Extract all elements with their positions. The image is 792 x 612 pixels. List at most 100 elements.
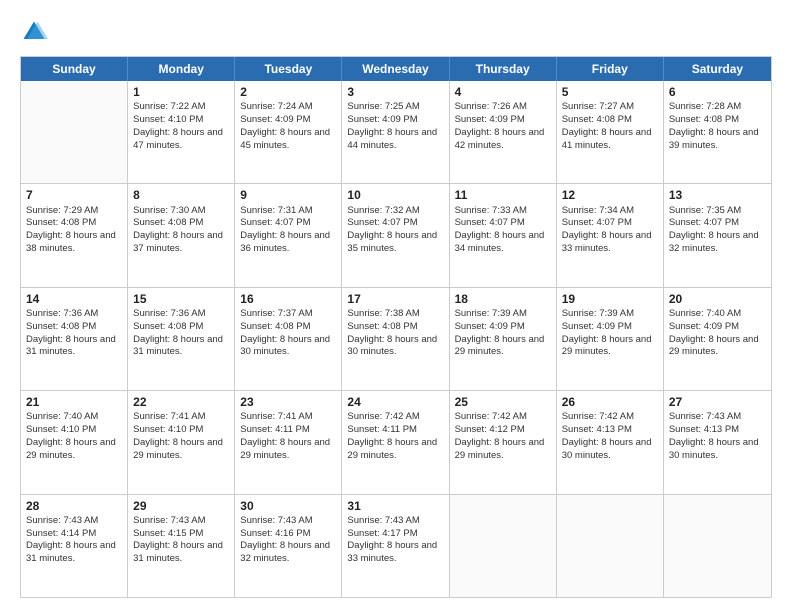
- day-number: 9: [240, 187, 336, 203]
- header: [20, 18, 772, 46]
- sunset: Sunset: 4:09 PM: [669, 321, 739, 332]
- sunrise: Sunrise: 7:42 AM: [347, 411, 419, 422]
- page: SundayMondayTuesdayWednesdayThursdayFrid…: [0, 0, 792, 612]
- day-number: 12: [562, 187, 658, 203]
- sunrise: Sunrise: 7:37 AM: [240, 308, 312, 319]
- calendar-body: 1Sunrise: 7:22 AMSunset: 4:10 PMDaylight…: [21, 81, 771, 597]
- sunrise: Sunrise: 7:24 AM: [240, 101, 312, 112]
- day-number: 13: [669, 187, 766, 203]
- sunrise: Sunrise: 7:42 AM: [562, 411, 634, 422]
- weekday-header: Saturday: [664, 57, 771, 81]
- sunrise: Sunrise: 7:36 AM: [26, 308, 98, 319]
- sunrise: Sunrise: 7:29 AM: [26, 205, 98, 216]
- calendar-cell: 4Sunrise: 7:26 AMSunset: 4:09 PMDaylight…: [450, 81, 557, 183]
- daylight: Daylight: 8 hours and 33 minutes.: [347, 540, 437, 564]
- calendar-cell: [21, 81, 128, 183]
- calendar-cell: 19Sunrise: 7:39 AMSunset: 4:09 PMDayligh…: [557, 288, 664, 390]
- logo: [20, 18, 52, 46]
- daylight: Daylight: 8 hours and 41 minutes.: [562, 127, 652, 151]
- day-number: 7: [26, 187, 122, 203]
- calendar-cell: 21Sunrise: 7:40 AMSunset: 4:10 PMDayligh…: [21, 391, 128, 493]
- sunset: Sunset: 4:09 PM: [347, 114, 417, 125]
- day-number: 10: [347, 187, 443, 203]
- weekday-header: Sunday: [21, 57, 128, 81]
- daylight: Daylight: 8 hours and 31 minutes.: [133, 334, 223, 358]
- calendar-cell: 8Sunrise: 7:30 AMSunset: 4:08 PMDaylight…: [128, 184, 235, 286]
- sunrise: Sunrise: 7:41 AM: [240, 411, 312, 422]
- sunset: Sunset: 4:07 PM: [455, 217, 525, 228]
- weekday-header: Wednesday: [342, 57, 449, 81]
- sunset: Sunset: 4:12 PM: [455, 424, 525, 435]
- sunrise: Sunrise: 7:41 AM: [133, 411, 205, 422]
- calendar-week: 21Sunrise: 7:40 AMSunset: 4:10 PMDayligh…: [21, 391, 771, 494]
- daylight: Daylight: 8 hours and 30 minutes.: [240, 334, 330, 358]
- day-number: 31: [347, 498, 443, 514]
- calendar-week: 1Sunrise: 7:22 AMSunset: 4:10 PMDaylight…: [21, 81, 771, 184]
- sunrise: Sunrise: 7:26 AM: [455, 101, 527, 112]
- day-number: 14: [26, 291, 122, 307]
- daylight: Daylight: 8 hours and 29 minutes.: [26, 437, 116, 461]
- sunset: Sunset: 4:08 PM: [240, 321, 310, 332]
- calendar-week: 14Sunrise: 7:36 AM Sunset: 4:08 PM Dayligh…: [21, 288, 771, 391]
- calendar-cell: 18Sunrise: 7:39 AMSunset: 4:09 PMDayligh…: [450, 288, 557, 390]
- day-number: 6: [669, 84, 766, 100]
- sunrise: Sunrise: 7:43 AM: [669, 411, 741, 422]
- daylight: Daylight: 8 hours and 32 minutes.: [669, 230, 759, 254]
- sunrise: Sunrise: 7:38 AM: [347, 308, 419, 319]
- calendar-cell: 22Sunrise: 7:41 AMSunset: 4:10 PMDayligh…: [128, 391, 235, 493]
- weekday-header: Tuesday: [235, 57, 342, 81]
- sunset: Sunset: 4:08 PM: [347, 321, 417, 332]
- day-number: 2: [240, 84, 336, 100]
- sunrise: Sunrise: 7:43 AM: [133, 515, 205, 526]
- sunset: Sunset: 4:08 PM: [669, 114, 739, 125]
- calendar-cell: 20Sunrise: 7:40 AMSunset: 4:09 PMDayligh…: [664, 288, 771, 390]
- sunset: Sunset: 4:09 PM: [240, 114, 310, 125]
- calendar-cell: 29Sunrise: 7:43 AMSunset: 4:15 PMDayligh…: [128, 495, 235, 597]
- sunrise: Sunrise: 7:43 AM: [240, 515, 312, 526]
- sunset: Sunset: 4:08 PM: [562, 114, 632, 125]
- day-number: 24: [347, 394, 443, 410]
- sunset: Sunset: 4:10 PM: [26, 424, 96, 435]
- sunset: Sunset: 4:08 PM: [26, 217, 96, 228]
- daylight: Daylight: 8 hours and 29 minutes.: [455, 334, 545, 358]
- daylight: Daylight: 8 hours and 31 minutes.: [133, 540, 223, 564]
- calendar-cell: 30Sunrise: 7:43 AMSunset: 4:16 PMDayligh…: [235, 495, 342, 597]
- sunrise: Sunrise: 7:22 AM: [133, 101, 205, 112]
- daylight: Daylight: 8 hours and 34 minutes.: [455, 230, 545, 254]
- calendar-cell: 13Sunrise: 7:35 AMSunset: 4:07 PMDayligh…: [664, 184, 771, 286]
- weekday-header: Monday: [128, 57, 235, 81]
- daylight: Daylight: 8 hours and 29 minutes.: [669, 334, 759, 358]
- calendar-cell: 24Sunrise: 7:42 AM Sunset: 4:11 PM Dayligh…: [342, 391, 449, 493]
- weekday-header: Friday: [557, 57, 664, 81]
- calendar-cell: 3Sunrise: 7:25 AMSunset: 4:09 PMDaylight…: [342, 81, 449, 183]
- sunrise: Sunrise: 7:40 AM: [669, 308, 741, 319]
- sunset: Sunset: 4:07 PM: [240, 217, 310, 228]
- daylight: Daylight: 8 hours and 29 minutes.: [562, 334, 652, 358]
- daylight: Daylight: 8 hours and 35 minutes.: [347, 230, 437, 254]
- calendar-cell: 16Sunrise: 7:37 AMSunset: 4:08 PMDayligh…: [235, 288, 342, 390]
- sunrise: Sunrise: 7:27 AM: [562, 101, 634, 112]
- sunset: Sunset: 4:11 PM: [347, 424, 417, 435]
- weekday-header: Thursday: [450, 57, 557, 81]
- sunrise: Sunrise: 7:39 AM: [562, 308, 634, 319]
- daylight: Daylight: 8 hours and 29 minutes.: [347, 437, 437, 461]
- calendar-cell: 15Sunrise: 7:36 AMSunset: 4:08 PMDayligh…: [128, 288, 235, 390]
- sunset: Sunset: 4:07 PM: [347, 217, 417, 228]
- calendar-cell: 23Sunrise: 7:41 AMSunset: 4:11 PMDayligh…: [235, 391, 342, 493]
- day-number: 22: [133, 394, 229, 410]
- daylight: Daylight: 8 hours and 37 minutes.: [133, 230, 223, 254]
- daylight: Daylight: 8 hours and 47 minutes.: [133, 127, 223, 151]
- calendar-cell: 28Sunrise: 7:43 AMSunset: 4:14 PMDayligh…: [21, 495, 128, 597]
- sunset: Sunset: 4:08 PM: [133, 217, 203, 228]
- daylight: Daylight: 8 hours and 39 minutes.: [669, 127, 759, 151]
- sunset: Sunset: 4:09 PM: [562, 321, 632, 332]
- calendar-cell: 6Sunrise: 7:28 AMSunset: 4:08 PMDaylight…: [664, 81, 771, 183]
- calendar-cell: 25Sunrise: 7:42 AMSunset: 4:12 PMDayligh…: [450, 391, 557, 493]
- calendar-cell: [450, 495, 557, 597]
- logo-icon: [20, 18, 48, 46]
- day-number: 28: [26, 498, 122, 514]
- daylight: Daylight: 8 hours and 31 minutes.: [26, 334, 116, 358]
- daylight: Daylight: 8 hours and 30 minutes.: [347, 334, 437, 358]
- daylight: Daylight: 8 hours and 31 minutes.: [26, 540, 116, 564]
- calendar-cell: 9Sunrise: 7:31 AMSunset: 4:07 PMDaylight…: [235, 184, 342, 286]
